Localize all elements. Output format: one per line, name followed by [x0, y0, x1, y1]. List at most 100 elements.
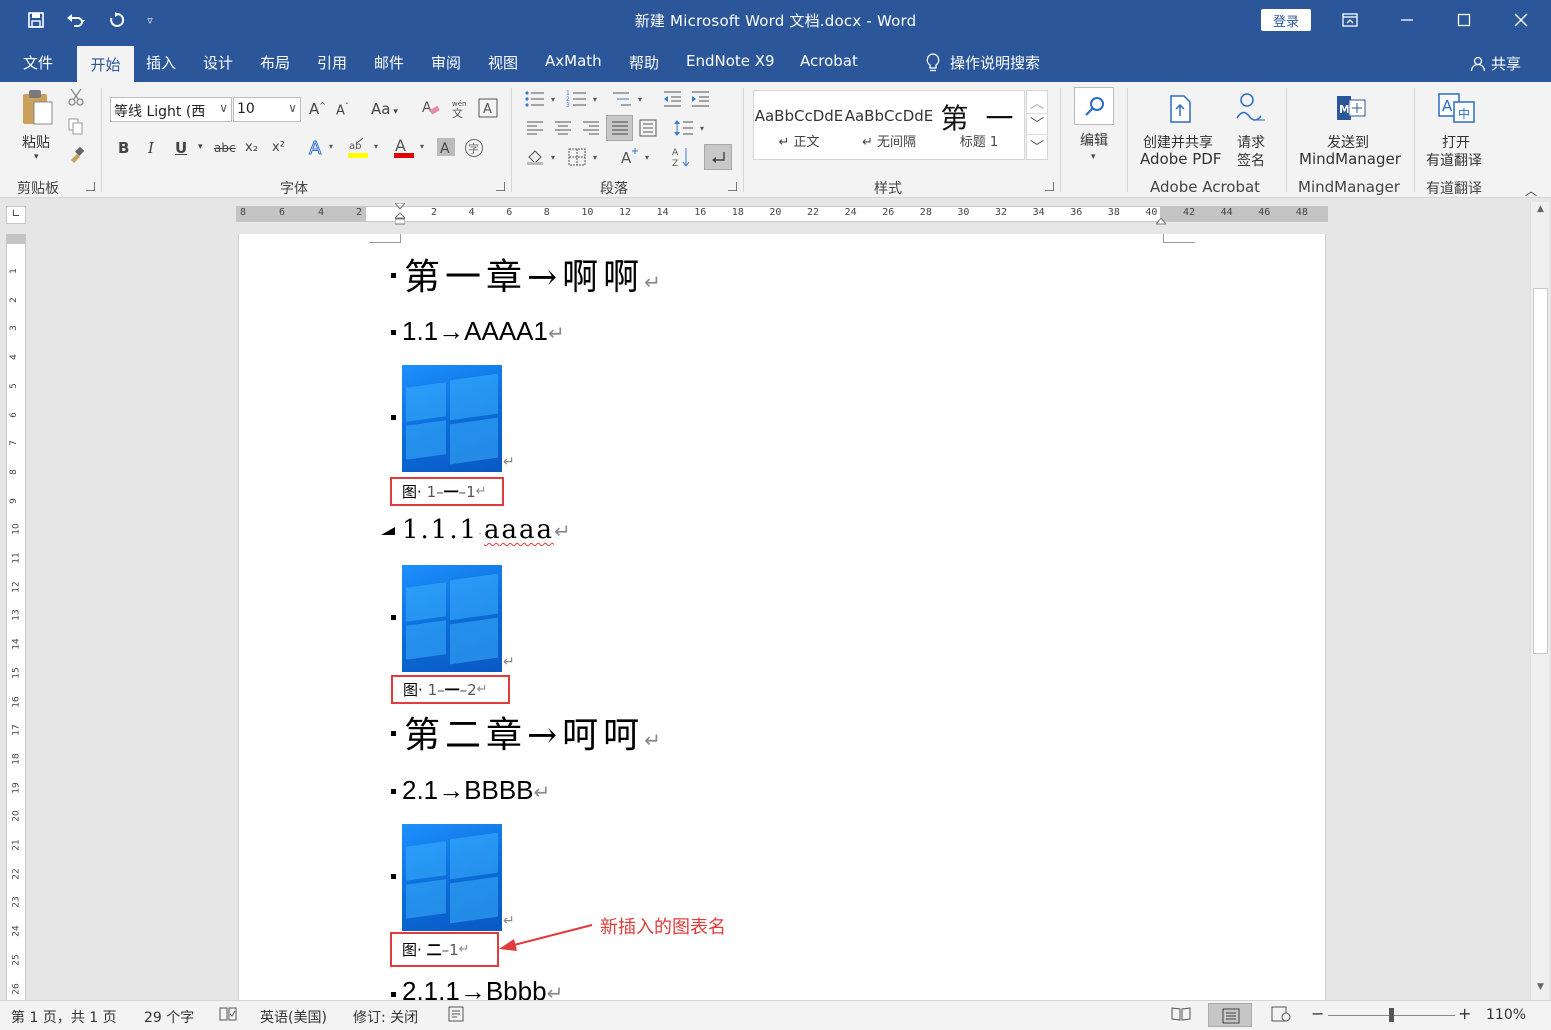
- styles-dialog-launcher[interactable]: [1045, 182, 1054, 191]
- tab-file[interactable]: 文件: [23, 52, 53, 73]
- bullets-icon[interactable]: ▾: [524, 90, 560, 112]
- distributed-icon[interactable]: [639, 119, 657, 141]
- chinese-layout-icon[interactable]: A ▾: [620, 148, 654, 170]
- underline-button[interactable]: U: [175, 139, 187, 157]
- grow-font-icon[interactable]: A^: [309, 100, 326, 118]
- request-sign-line2[interactable]: 签名: [1237, 150, 1265, 170]
- right-indent-marker[interactable]: [1154, 215, 1168, 230]
- scrollbar-thumb[interactable]: [1533, 288, 1548, 654]
- create-pdf-line2[interactable]: Adobe PDF: [1140, 150, 1221, 168]
- enclose-characters-icon[interactable]: 字: [464, 138, 484, 162]
- tab-view[interactable]: 视图: [488, 52, 518, 73]
- align-left-icon[interactable]: [526, 120, 544, 140]
- copy-icon[interactable]: [68, 118, 84, 140]
- decrease-indent-icon[interactable]: [662, 90, 682, 112]
- read-mode-icon[interactable]: [1171, 1006, 1191, 1026]
- send-to-line2[interactable]: MindManager: [1299, 150, 1401, 168]
- zoom-in-button[interactable]: +: [1458, 1004, 1471, 1023]
- style-normal[interactable]: AaBbCcDdE ↵ 正文: [754, 97, 844, 150]
- italic-button[interactable]: I: [148, 139, 154, 157]
- create-pdf-icon[interactable]: [1168, 94, 1194, 128]
- zoom-slider-thumb[interactable]: [1389, 1008, 1394, 1022]
- tab-selector[interactable]: ∟: [6, 206, 26, 224]
- show-paragraph-marks-icon[interactable]: [704, 144, 732, 170]
- request-signature-icon[interactable]: [1235, 92, 1267, 126]
- mindmanager-icon[interactable]: M: [1335, 92, 1367, 128]
- close-icon[interactable]: [1506, 6, 1536, 34]
- collapse-ribbon-icon[interactable]: ︿: [1525, 182, 1537, 199]
- tab-mailings[interactable]: 邮件: [374, 52, 404, 73]
- style-heading-1[interactable]: 第 一 标题 1: [934, 97, 1024, 150]
- cut-icon[interactable]: [68, 88, 84, 110]
- open-youdao-line1[interactable]: 打开: [1442, 132, 1470, 152]
- sort-icon[interactable]: AZ: [672, 146, 692, 172]
- send-to-line1[interactable]: 发送到: [1327, 132, 1369, 152]
- figure-caption-2[interactable]: 图· 1– 一 –2 ↵: [391, 675, 510, 704]
- tab-insert[interactable]: 插入: [146, 52, 176, 73]
- tab-home[interactable]: 开始: [77, 46, 134, 82]
- track-changes-status[interactable]: 修订: 关闭: [353, 1007, 418, 1027]
- language-indicator[interactable]: 英语(美国): [260, 1007, 327, 1027]
- multilevel-list-icon[interactable]: ▾: [611, 90, 647, 112]
- proofing-icon[interactable]: [219, 1006, 237, 1026]
- page-count[interactable]: 第 1 页，共 1 页: [11, 1007, 117, 1027]
- phonetic-guide-icon[interactable]: wén 文: [450, 98, 470, 122]
- shading-icon[interactable]: ▾: [526, 148, 560, 170]
- tab-review[interactable]: 审阅: [431, 52, 461, 73]
- expand-gallery-icon[interactable]: ﹀: [1027, 137, 1047, 157]
- bold-button[interactable]: B: [118, 139, 129, 157]
- paste-icon[interactable]: [20, 88, 54, 132]
- style-no-spacing[interactable]: AaBbCcDdE ↵ 无间隔: [844, 97, 934, 150]
- character-shading-icon[interactable]: A: [437, 138, 455, 160]
- text-effects-icon[interactable]: A ▾: [308, 137, 338, 161]
- borders-icon[interactable]: ▾: [568, 148, 602, 170]
- editing-label[interactable]: 编辑: [1080, 130, 1108, 150]
- heading-chapter-2[interactable]: 第二章→呵呵↵: [404, 706, 666, 758]
- font-name-combo[interactable]: 等线 Light (西 ∨: [110, 97, 232, 122]
- heading-section-1-1[interactable]: 1.1→AAAA1↵: [402, 316, 565, 347]
- tab-acrobat[interactable]: Acrobat: [800, 52, 858, 70]
- macro-record-icon[interactable]: [448, 1006, 464, 1026]
- minimize-icon[interactable]: [1392, 6, 1422, 34]
- ribbon-display-options-icon[interactable]: [1335, 6, 1365, 34]
- highlight-color-icon[interactable]: ab ▾: [347, 137, 383, 163]
- paragraph-dialog-launcher[interactable]: [728, 182, 737, 191]
- windows-logo-image[interactable]: [402, 824, 502, 931]
- figure-caption-1[interactable]: 图· 1– 一 –1 ↵: [390, 477, 504, 506]
- share-button[interactable]: 共享: [1470, 53, 1521, 74]
- align-center-icon[interactable]: [554, 120, 572, 140]
- character-border-icon[interactable]: A: [478, 98, 498, 122]
- create-pdf-line1[interactable]: 创建并共享: [1143, 132, 1213, 152]
- line-spacing-icon[interactable]: ▾: [673, 119, 709, 141]
- login-button[interactable]: 登录: [1261, 9, 1311, 31]
- align-right-icon[interactable]: [582, 120, 600, 140]
- heading-subsection-1-1-1[interactable]: 1.1.1·aaaa↵: [402, 515, 573, 545]
- windows-logo-image[interactable]: [402, 565, 502, 672]
- zoom-out-button[interactable]: −: [1311, 1004, 1324, 1023]
- shrink-font-icon[interactable]: Aˇ: [336, 102, 349, 118]
- indent-marker[interactable]: [393, 202, 407, 225]
- heading-subsection-2-1-1[interactable]: 2.1.1→Bbbb↵: [402, 976, 563, 1000]
- font-size-combo[interactable]: 10 ∨: [233, 97, 301, 122]
- scroll-up-icon[interactable]: ▲: [1533, 204, 1548, 218]
- chevron-down-icon[interactable]: ﹀: [1027, 113, 1047, 135]
- font-dialog-launcher[interactable]: [496, 182, 505, 191]
- strikethrough-button[interactable]: abc: [214, 141, 236, 155]
- increase-indent-icon[interactable]: [690, 90, 710, 112]
- chevron-up-icon[interactable]: ︿: [1027, 93, 1047, 113]
- tab-layout[interactable]: 布局: [260, 52, 290, 73]
- maximize-icon[interactable]: [1449, 6, 1479, 34]
- scroll-down-icon[interactable]: ▼: [1533, 982, 1548, 996]
- clear-formatting-icon[interactable]: A: [421, 98, 441, 122]
- zoom-level[interactable]: 110%: [1486, 1007, 1526, 1023]
- font-color-icon[interactable]: A ▾: [393, 136, 429, 163]
- editing-dropdown-icon[interactable]: ▾: [1091, 152, 1096, 162]
- superscript-button[interactable]: x²: [272, 140, 285, 155]
- windows-logo-image[interactable]: [402, 365, 502, 472]
- tab-axmath[interactable]: AxMath: [545, 52, 602, 70]
- paste-dropdown-icon[interactable]: ▾: [34, 152, 39, 162]
- tab-help[interactable]: 帮助: [629, 52, 659, 73]
- youdao-translate-icon[interactable]: A中: [1438, 92, 1476, 128]
- horizontal-ruler[interactable]: 8 6 4 2 2 4 6 8 10 12 14 16 18 20 22 24 26 28 30 32 34 36…: [236, 202, 1328, 225]
- format-painter-icon[interactable]: [68, 146, 86, 168]
